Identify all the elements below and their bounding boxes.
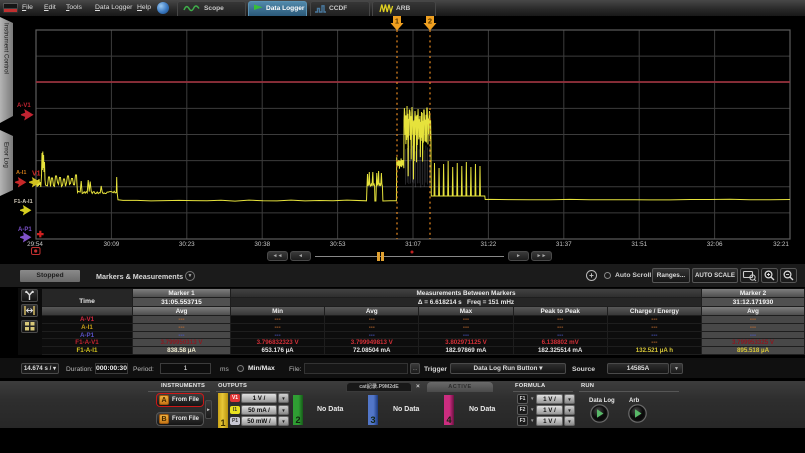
svg-text:31:37: 31:37: [556, 241, 572, 248]
svg-text:A-I1: A-I1: [16, 170, 26, 176]
svg-text:30:53: 30:53: [330, 241, 346, 248]
svg-text:A-V1: A-V1: [17, 103, 31, 109]
svg-text:31:51: 31:51: [631, 241, 647, 248]
svg-text:F1-A-I1: F1-A-I1: [14, 199, 33, 205]
svg-text:30:38: 30:38: [254, 241, 270, 248]
svg-text:31:22: 31:22: [481, 241, 497, 248]
svg-text:A-P1: A-P1: [18, 227, 32, 233]
svg-text:30:23: 30:23: [179, 241, 195, 248]
svg-text:29:54: 29:54: [27, 241, 43, 248]
svg-text:30:09: 30:09: [104, 241, 120, 248]
svg-text:2: 2: [428, 16, 432, 25]
svg-text:31:07: 31:07: [405, 241, 421, 248]
svg-text:32:21: 32:21: [773, 241, 789, 248]
svg-text:32:06: 32:06: [707, 241, 723, 248]
svg-text:1: 1: [395, 16, 399, 25]
svg-text:V1: V1: [32, 171, 41, 178]
